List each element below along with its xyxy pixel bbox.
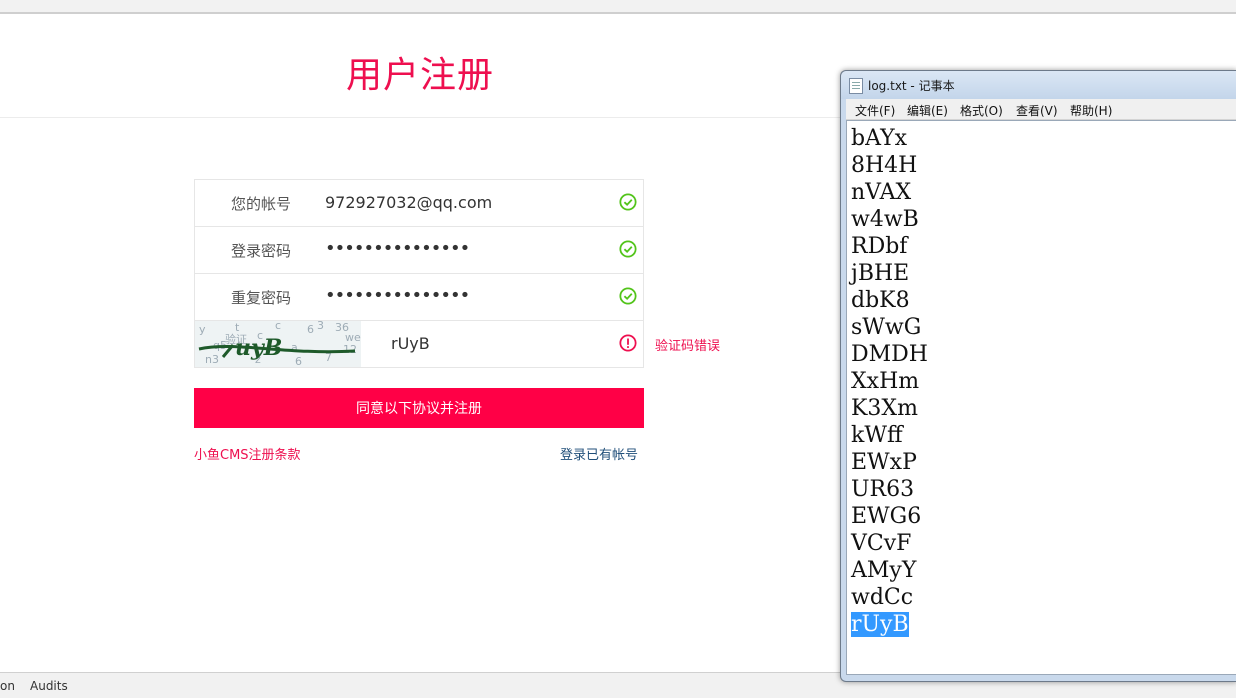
devtools-tab[interactable]: on — [0, 679, 15, 693]
log-line: AMyY — [851, 558, 917, 583]
log-line: DMDH — [851, 342, 928, 367]
captcha-image[interactable]: yq5tc ca6 3 36wen3 z 6 712验证 uyB — [195, 321, 361, 367]
log-line: VCvF — [851, 531, 912, 556]
check-circle-icon — [619, 287, 637, 305]
log-line: w4wB — [851, 207, 919, 232]
notepad-text-area[interactable]: bAYx 8H4H nVAX w4wB RDbf jBHE dbK8 sWwG … — [846, 120, 1236, 675]
devtools-tab-audits[interactable]: Audits — [30, 679, 68, 693]
captcha-input[interactable]: rUyB — [391, 334, 430, 353]
account-input[interactable]: 972927032@qq.com — [325, 193, 492, 212]
register-submit-button[interactable]: 同意以下协议并注册 — [194, 388, 644, 428]
password-row: 登录密码 ••••••••••••••• — [195, 227, 643, 274]
browser-top-bar — [0, 0, 1236, 14]
register-form: 您的帐号 972927032@qq.com 登录密码 •••••••••••••… — [194, 179, 644, 368]
account-row: 您的帐号 972927032@qq.com — [195, 180, 643, 227]
log-line: dbK8 — [851, 288, 910, 313]
check-circle-icon — [619, 240, 637, 258]
menu-help[interactable]: 帮助(H) — [1070, 102, 1112, 119]
svg-text:n3: n3 — [205, 353, 219, 366]
log-line: EWxP — [851, 450, 917, 475]
password-label: 登录密码 — [231, 242, 292, 260]
log-line-selected: rUyB — [851, 611, 1236, 638]
svg-text:y: y — [199, 323, 206, 336]
log-line: K3Xm — [851, 396, 918, 421]
svg-text:uyB: uyB — [235, 335, 282, 361]
captcha-error-message: 验证码错误 — [655, 339, 721, 354]
svg-text:6: 6 — [307, 323, 314, 336]
notepad-file-icon — [849, 78, 863, 94]
repeat-password-row: 重复密码 ••••••••••••••• — [195, 274, 643, 321]
log-line: RDbf — [851, 234, 908, 259]
notepad-title: log.txt - 记事本 — [868, 79, 955, 93]
error-circle-icon — [619, 334, 637, 352]
menu-format[interactable]: 格式(O) — [960, 102, 1003, 119]
svg-text:c: c — [275, 321, 281, 332]
header-divider — [0, 117, 840, 118]
svg-text:3: 3 — [317, 321, 324, 332]
svg-text:6: 6 — [295, 355, 302, 367]
log-line: nVAX — [851, 180, 912, 205]
page-title: 用户注册 — [346, 55, 495, 96]
svg-text:12: 12 — [343, 343, 357, 356]
password-input[interactable]: ••••••••••••••• — [325, 238, 470, 259]
log-line: bAYx — [851, 126, 908, 151]
notepad-title-bar[interactable]: log.txt - 记事本 — [841, 71, 1236, 99]
log-line: EWG6 — [851, 504, 922, 529]
repeat-password-input[interactable]: ••••••••••••••• — [325, 285, 470, 306]
check-circle-icon — [619, 193, 637, 211]
log-line: sWwG — [851, 315, 922, 340]
login-link[interactable]: 登录已有帐号 — [560, 444, 638, 463]
captcha-row: y q5 t c ca63 36 we n3 z 6 7 12 验证 uyB rUyB — [195, 321, 643, 367]
account-label: 您的帐号 — [231, 195, 292, 213]
notepad-window: log.txt - 记事本 文件(F) 编辑(E) 格式(O) 查看(V) 帮助… — [840, 70, 1236, 682]
notepad-menu-bar: 文件(F) 编辑(E) 格式(O) 查看(V) 帮助(H) — [846, 99, 1236, 120]
selected-text[interactable]: rUyB — [851, 612, 909, 637]
log-line: wdCc — [851, 585, 914, 610]
menu-file[interactable]: 文件(F) — [855, 102, 895, 119]
log-line: 8H4H — [851, 153, 918, 178]
terms-link[interactable]: 小鱼CMS注册条款 — [194, 444, 301, 463]
repeat-password-label: 重复密码 — [231, 289, 292, 307]
log-line: jBHE — [851, 261, 910, 286]
log-line: XxHm — [851, 369, 920, 394]
log-line: UR63 — [851, 477, 915, 502]
menu-edit[interactable]: 编辑(E) — [907, 102, 948, 119]
menu-view[interactable]: 查看(V) — [1016, 102, 1058, 119]
log-line: kWff — [851, 423, 903, 448]
